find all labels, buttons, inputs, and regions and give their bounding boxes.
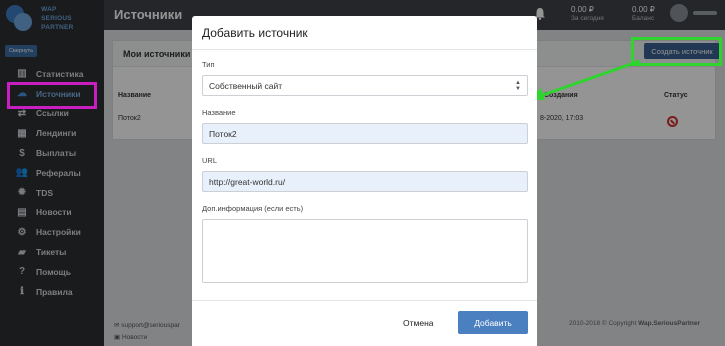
select-arrows-icon: ▲ ▼ [515, 80, 521, 92]
info-textarea[interactable] [202, 219, 528, 283]
type-select-value: Собственный сайт [209, 80, 283, 91]
add-button[interactable]: Добавить [458, 311, 528, 334]
name-input[interactable]: Поток2 [202, 123, 528, 144]
url-label: URL [202, 156, 218, 165]
type-select[interactable]: Собственный сайт ▲ ▼ [202, 75, 528, 96]
name-label: Название [202, 108, 236, 117]
url-input[interactable]: http://great-world.ru/ [202, 171, 528, 192]
info-label: Доп.информация (если есть) [202, 204, 304, 213]
dialog-title: Добавить источник [192, 16, 537, 50]
url-input-value: http://great-world.ru/ [209, 176, 286, 187]
name-input-value: Поток2 [209, 128, 237, 139]
add-source-dialog: Добавить источник Тип Собственный сайт ▲… [192, 16, 537, 346]
type-label: Тип [202, 60, 215, 69]
cancel-button[interactable]: Отмена [398, 313, 439, 333]
dialog-footer: Отмена Добавить [192, 300, 537, 346]
